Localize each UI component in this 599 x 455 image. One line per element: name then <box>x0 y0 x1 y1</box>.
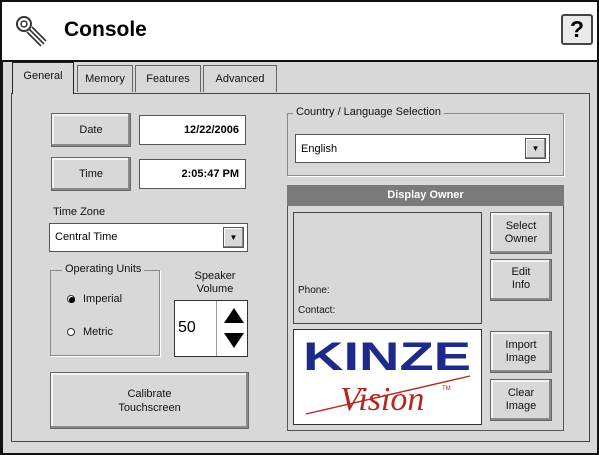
imperial-radio[interactable] <box>67 295 75 303</box>
clear-image-line1: Clear <box>507 387 535 399</box>
select-owner-button[interactable]: Select Owner <box>490 212 552 254</box>
language-select[interactable]: English ▼ <box>295 134 550 163</box>
time-button[interactable]: Time <box>51 157 131 191</box>
metric-radio[interactable] <box>67 328 75 336</box>
time-zone-label: Time Zone <box>53 206 106 218</box>
chevron-down-icon[interactable]: ▼ <box>223 227 244 248</box>
page-title: Console <box>64 18 147 41</box>
language-value: English <box>301 143 338 155</box>
volume-up-arrow-icon[interactable] <box>223 307 245 325</box>
help-button[interactable]: ? <box>561 14 593 45</box>
calibrate-line2: Touchscreen <box>118 402 181 414</box>
edit-info-line1: Edit <box>511 266 531 278</box>
edit-info-button[interactable]: Edit Info <box>490 259 552 301</box>
owner-info-box: Phone: Contact: <box>293 212 482 324</box>
clear-image-line2: Image <box>505 400 537 412</box>
tab-features[interactable]: Features <box>135 65 201 92</box>
import-image-line2: Image <box>505 352 537 364</box>
time-button-label: Time <box>78 168 104 180</box>
select-owner-line2: Owner <box>504 233 538 245</box>
date-button[interactable]: Date <box>51 113 131 147</box>
phone-label: Phone: <box>298 285 330 296</box>
speaker-label-line2: Volume <box>196 283 234 295</box>
calibrate-line1: Calibrate <box>127 388 172 400</box>
edit-info-line2: Info <box>511 279 531 291</box>
display-owner-header: Display Owner <box>287 185 564 206</box>
import-image-button[interactable]: Import Image <box>490 331 552 373</box>
operating-units-group <box>50 270 160 356</box>
select-owner-line1: Select <box>505 220 537 232</box>
date-field[interactable]: 12/22/2006 <box>139 115 246 145</box>
tab-memory[interactable]: Memory <box>77 65 133 92</box>
volume-down-arrow-icon[interactable] <box>223 331 245 349</box>
country-language-legend: Country / Language Selection <box>293 106 444 118</box>
clear-image-button[interactable]: Clear Image <box>490 379 552 421</box>
speaker-volume-label: Speaker Volume <box>180 270 250 296</box>
time-field[interactable]: 2:05:47 PM <box>139 159 246 189</box>
time-zone-select[interactable]: Central Time ▼ <box>49 223 248 252</box>
tab-general[interactable]: General <box>12 62 74 94</box>
calibrate-touchscreen-button[interactable]: Calibrate Touchscreen <box>50 372 249 429</box>
chevron-down-icon[interactable]: ▼ <box>525 138 546 159</box>
speaker-label-line1: Speaker <box>194 270 236 282</box>
import-image-line1: Import <box>505 339 537 351</box>
owner-logo-image: KINZE Vision TM <box>293 329 482 425</box>
speaker-volume-stepper[interactable]: 50 <box>174 300 248 357</box>
metric-label[interactable]: Metric <box>83 326 113 338</box>
tab-advanced[interactable]: Advanced <box>203 65 277 92</box>
wrench-icon <box>14 14 48 48</box>
imperial-label[interactable]: Imperial <box>83 293 122 305</box>
kinze-vision-logo: KINZE Vision TM <box>303 335 471 418</box>
volume-divider <box>216 301 217 356</box>
operating-units-legend: Operating Units <box>62 263 145 275</box>
contact-label: Contact: <box>298 305 336 316</box>
date-button-label: Date <box>79 124 103 136</box>
logo-tm: TM <box>442 386 451 392</box>
logo-brand-top: KINZE <box>303 335 471 379</box>
logo-brand-bottom: Vision <box>340 381 424 418</box>
time-zone-value: Central Time <box>55 231 118 243</box>
speaker-volume-value: 50 <box>178 319 196 336</box>
